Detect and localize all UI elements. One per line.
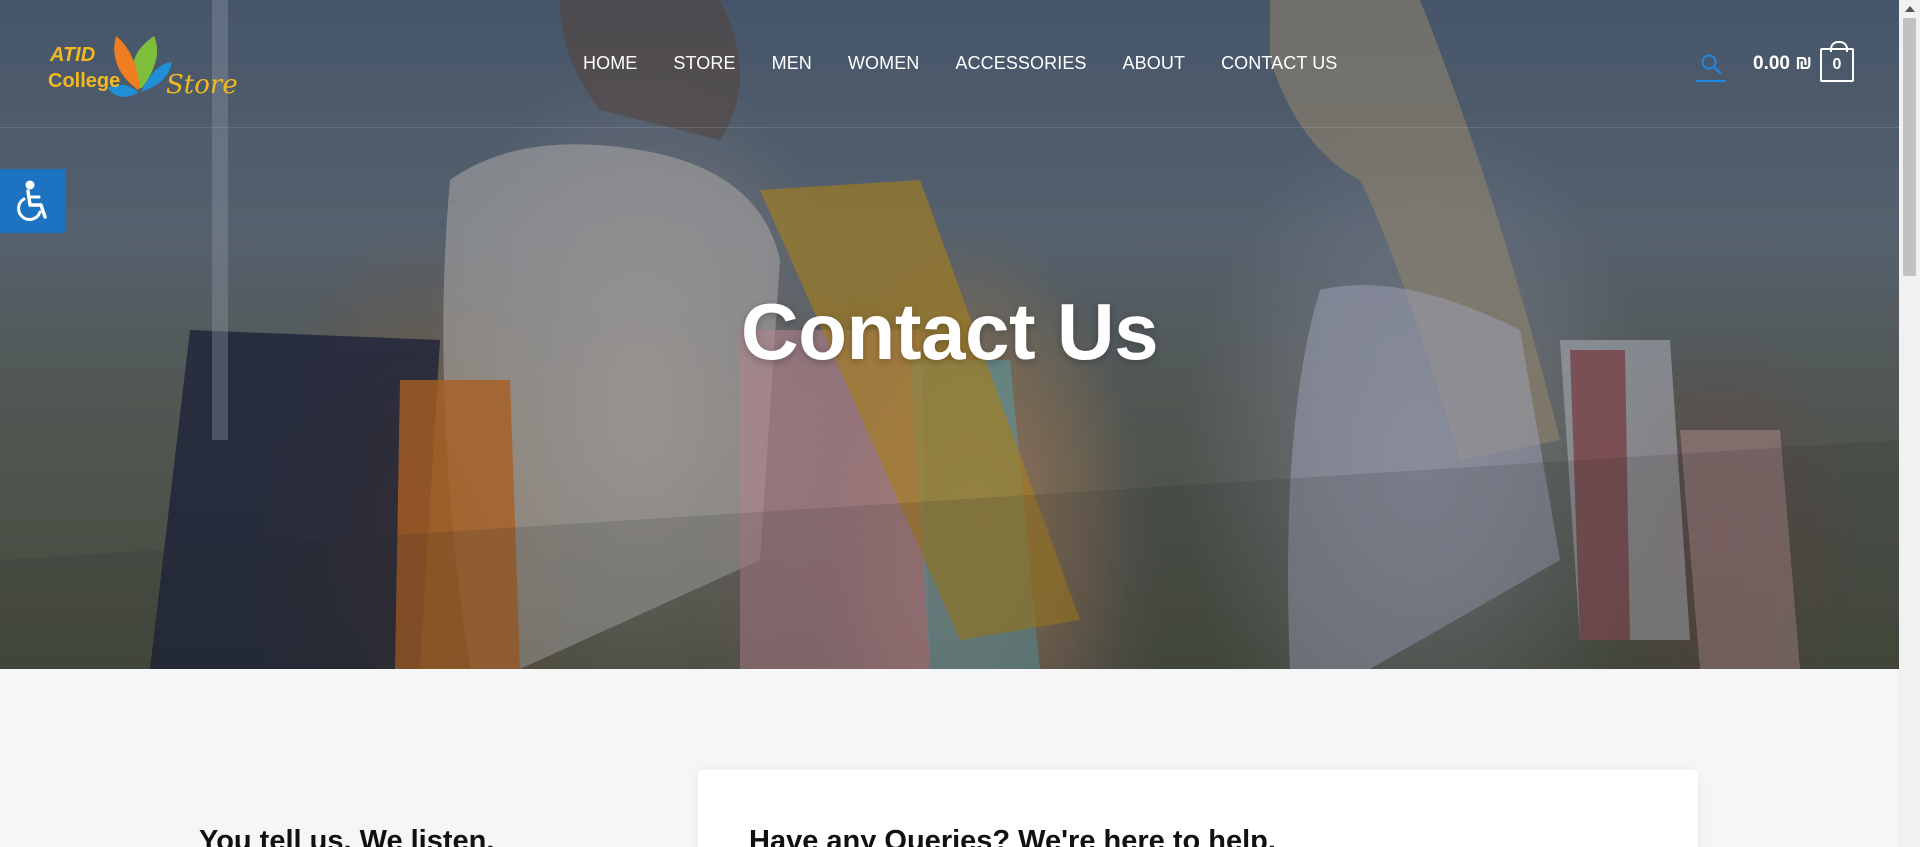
nav-accessories[interactable]: ACCESSORIES: [955, 53, 1086, 74]
cart-total[interactable]: 0.00 ₪: [1753, 53, 1812, 75]
cart-count: 0: [1832, 56, 1842, 73]
contact-card: Have any Queries? We're here to help.: [698, 770, 1698, 847]
scroll-thumb[interactable]: [1903, 18, 1916, 276]
logo-text-atid: ATID: [50, 44, 96, 66]
logo-text-store: Store: [166, 70, 238, 100]
nav-women[interactable]: WOMEN: [848, 53, 920, 74]
shopping-bag-icon[interactable]: 0: [1820, 41, 1854, 82]
accessibility-icon: [16, 180, 47, 221]
section-heading: You tell us. We listen.: [199, 825, 495, 847]
nav-about[interactable]: ABOUT: [1123, 53, 1186, 74]
card-heading: Have any Queries? We're here to help.: [749, 825, 1276, 847]
scroll-up-arrow-icon[interactable]: [1905, 6, 1915, 12]
page-scrollbar[interactable]: [1899, 0, 1920, 847]
hero-banner: ATID College Store HOME STORE MEN WOMEN …: [0, 0, 1899, 669]
page-title: Contact Us: [740, 287, 1159, 376]
main-nav: HOME STORE MEN WOMEN ACCESSORIES ABOUT C…: [583, 53, 1373, 74]
nav-home[interactable]: HOME: [583, 53, 637, 74]
search-button[interactable]: [1696, 50, 1726, 82]
site-header: ATID College Store HOME STORE MEN WOMEN …: [0, 0, 1899, 128]
nav-men[interactable]: MEN: [772, 53, 812, 74]
nav-contact-us[interactable]: CONTACT US: [1221, 53, 1337, 74]
accessibility-button[interactable]: [0, 169, 65, 233]
search-icon: [1701, 54, 1722, 75]
nav-store[interactable]: STORE: [673, 53, 735, 74]
logo-text-college: College: [48, 70, 121, 92]
site-logo[interactable]: ATID College Store: [46, 28, 246, 104]
